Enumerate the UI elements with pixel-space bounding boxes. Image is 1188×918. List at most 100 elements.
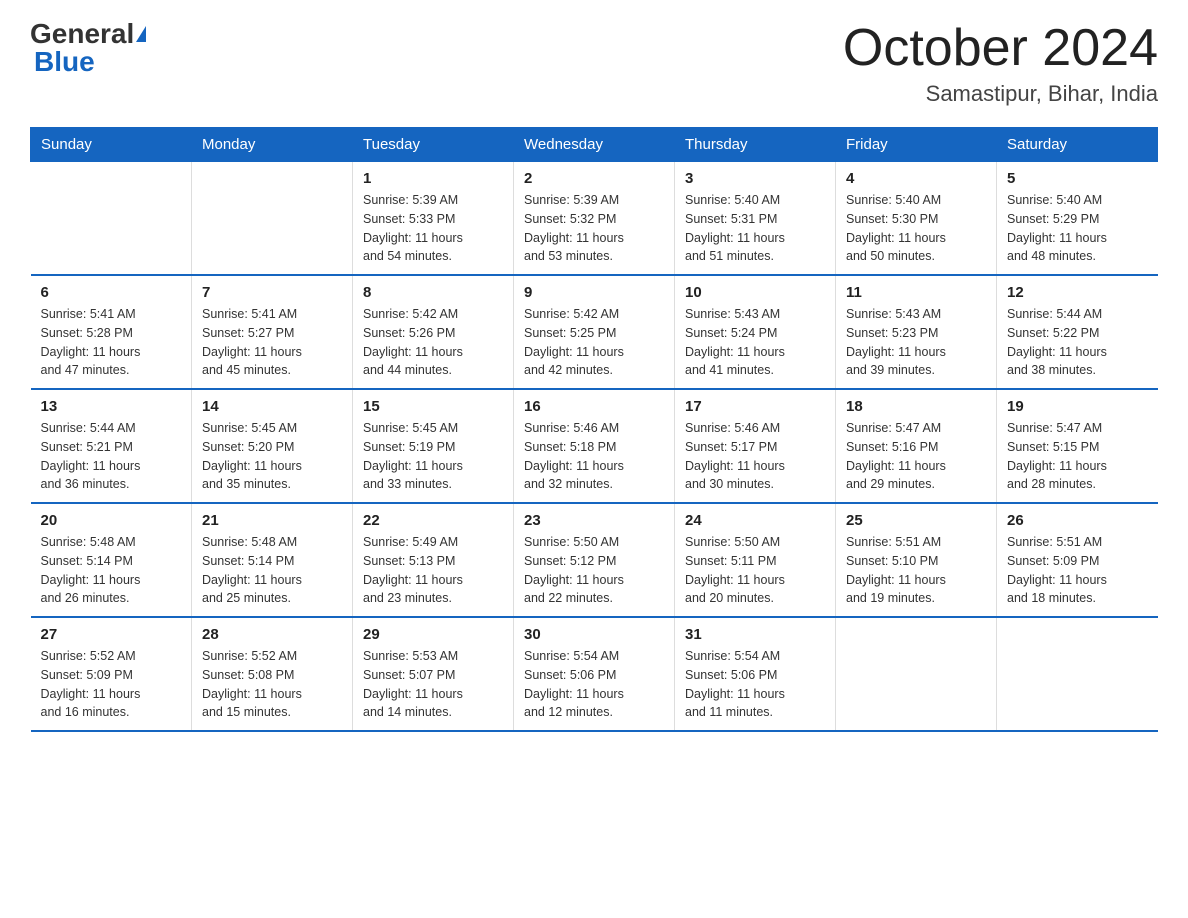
day-number: 29 bbox=[363, 626, 503, 643]
day-cell bbox=[836, 617, 997, 731]
header-saturday: Saturday bbox=[997, 128, 1158, 162]
day-cell: 4 Sunrise: 5:40 AM Sunset: 5:30 PM Daylig… bbox=[836, 162, 997, 276]
day-cell: 22Sunrise: 5:49 AM Sunset: 5:13 PM Dayli… bbox=[353, 503, 514, 617]
logo-blue-text: Blue bbox=[34, 46, 95, 77]
day-cell bbox=[192, 162, 353, 276]
day-cell: 28Sunrise: 5:52 AM Sunset: 5:08 PM Dayli… bbox=[192, 617, 353, 731]
day-info: Sunrise: 5:43 AM Sunset: 5:24 PM Dayligh… bbox=[685, 305, 825, 380]
day-cell: 21 Sunrise: 5:48 AM Sunset: 5:14 PM Dayli… bbox=[192, 503, 353, 617]
day-cell: 29 Sunrise: 5:53 AM Sunset: 5:07 PM Dayli… bbox=[353, 617, 514, 731]
day-cell: 19 Sunrise: 5:47 AM Sunset: 5:15 PM Dayli… bbox=[997, 389, 1158, 503]
day-cell: 6 Sunrise: 5:41 AM Sunset: 5:28 PM Daylig… bbox=[31, 275, 192, 389]
day-cell: 18 Sunrise: 5:47 AM Sunset: 5:16 PM Dayli… bbox=[836, 389, 997, 503]
day-number: 23 bbox=[524, 512, 664, 529]
day-info: Sunrise: 5:50 AM Sunset: 5:11 PM Dayligh… bbox=[685, 533, 825, 608]
day-cell: 5 Sunrise: 5:40 AM Sunset: 5:29 PM Daylig… bbox=[997, 162, 1158, 276]
calendar-table: SundayMondayTuesdayWednesdayThursdayFrid… bbox=[30, 127, 1158, 732]
location-title: Samastipur, Bihar, India bbox=[843, 81, 1158, 107]
day-info: Sunrise: 5:54 AM Sunset: 5:06 PM Dayligh… bbox=[524, 647, 664, 722]
day-info: Sunrise: 5:44 AM Sunset: 5:22 PM Dayligh… bbox=[1007, 305, 1148, 380]
day-cell: 26Sunrise: 5:51 AM Sunset: 5:09 PM Dayli… bbox=[997, 503, 1158, 617]
day-number: 5 bbox=[1007, 170, 1148, 187]
day-number: 3 bbox=[685, 170, 825, 187]
day-cell: 25Sunrise: 5:51 AM Sunset: 5:10 PM Dayli… bbox=[836, 503, 997, 617]
day-info: Sunrise: 5:42 AM Sunset: 5:26 PM Dayligh… bbox=[363, 305, 503, 380]
day-info: Sunrise: 5:47 AM Sunset: 5:15 PM Dayligh… bbox=[1007, 419, 1148, 494]
day-cell: 13 Sunrise: 5:44 AM Sunset: 5:21 PM Dayli… bbox=[31, 389, 192, 503]
day-cell: 11 Sunrise: 5:43 AM Sunset: 5:23 PM Dayli… bbox=[836, 275, 997, 389]
day-number: 22 bbox=[363, 512, 503, 529]
day-number: 7 bbox=[202, 284, 342, 301]
header-friday: Friday bbox=[836, 128, 997, 162]
header-thursday: Thursday bbox=[675, 128, 836, 162]
day-number: 19 bbox=[1007, 398, 1148, 415]
day-info: Sunrise: 5:40 AM Sunset: 5:29 PM Dayligh… bbox=[1007, 191, 1148, 266]
day-number: 13 bbox=[41, 398, 182, 415]
day-number: 31 bbox=[685, 626, 825, 643]
day-cell: 1 Sunrise: 5:39 AM Sunset: 5:33 PM Daylig… bbox=[353, 162, 514, 276]
logo-general-text: General bbox=[30, 20, 134, 48]
day-info: Sunrise: 5:53 AM Sunset: 5:07 PM Dayligh… bbox=[363, 647, 503, 722]
day-number: 1 bbox=[363, 170, 503, 187]
day-info: Sunrise: 5:54 AM Sunset: 5:06 PM Dayligh… bbox=[685, 647, 825, 722]
day-info: Sunrise: 5:39 AM Sunset: 5:33 PM Dayligh… bbox=[363, 191, 503, 266]
day-info: Sunrise: 5:40 AM Sunset: 5:31 PM Dayligh… bbox=[685, 191, 825, 266]
day-number: 8 bbox=[363, 284, 503, 301]
day-number: 9 bbox=[524, 284, 664, 301]
day-number: 15 bbox=[363, 398, 503, 415]
day-number: 21 bbox=[202, 512, 342, 529]
day-info: Sunrise: 5:51 AM Sunset: 5:09 PM Dayligh… bbox=[1007, 533, 1148, 608]
day-cell: 12 Sunrise: 5:44 AM Sunset: 5:22 PM Dayli… bbox=[997, 275, 1158, 389]
day-number: 14 bbox=[202, 398, 342, 415]
day-cell: 10 Sunrise: 5:43 AM Sunset: 5:24 PM Dayli… bbox=[675, 275, 836, 389]
day-info: Sunrise: 5:51 AM Sunset: 5:10 PM Dayligh… bbox=[846, 533, 986, 608]
header-monday: Monday bbox=[192, 128, 353, 162]
day-number: 4 bbox=[846, 170, 986, 187]
day-number: 27 bbox=[41, 626, 182, 643]
day-cell: 31 Sunrise: 5:54 AM Sunset: 5:06 PM Dayli… bbox=[675, 617, 836, 731]
day-number: 10 bbox=[685, 284, 825, 301]
day-cell: 7 Sunrise: 5:41 AM Sunset: 5:27 PM Daylig… bbox=[192, 275, 353, 389]
month-title: October 2024 bbox=[843, 20, 1158, 77]
day-info: Sunrise: 5:50 AM Sunset: 5:12 PM Dayligh… bbox=[524, 533, 664, 608]
day-info: Sunrise: 5:47 AM Sunset: 5:16 PM Dayligh… bbox=[846, 419, 986, 494]
day-number: 16 bbox=[524, 398, 664, 415]
day-cell: 20 Sunrise: 5:48 AM Sunset: 5:14 PM Dayli… bbox=[31, 503, 192, 617]
calendar-header-row: SundayMondayTuesdayWednesdayThursdayFrid… bbox=[31, 128, 1158, 162]
day-info: Sunrise: 5:43 AM Sunset: 5:23 PM Dayligh… bbox=[846, 305, 986, 380]
day-number: 18 bbox=[846, 398, 986, 415]
day-number: 11 bbox=[846, 284, 986, 301]
day-cell: 2Sunrise: 5:39 AM Sunset: 5:32 PM Daylig… bbox=[514, 162, 675, 276]
week-row-1: 6 Sunrise: 5:41 AM Sunset: 5:28 PM Daylig… bbox=[31, 275, 1158, 389]
week-row-0: 1 Sunrise: 5:39 AM Sunset: 5:33 PM Daylig… bbox=[31, 162, 1158, 276]
day-info: Sunrise: 5:41 AM Sunset: 5:27 PM Dayligh… bbox=[202, 305, 342, 380]
day-info: Sunrise: 5:52 AM Sunset: 5:08 PM Dayligh… bbox=[202, 647, 342, 722]
logo-general-row: General bbox=[30, 20, 146, 48]
day-info: Sunrise: 5:40 AM Sunset: 5:30 PM Dayligh… bbox=[846, 191, 986, 266]
day-cell: 15Sunrise: 5:45 AM Sunset: 5:19 PM Dayli… bbox=[353, 389, 514, 503]
day-info: Sunrise: 5:46 AM Sunset: 5:18 PM Dayligh… bbox=[524, 419, 664, 494]
header-tuesday: Tuesday bbox=[353, 128, 514, 162]
day-number: 20 bbox=[41, 512, 182, 529]
day-cell: 27 Sunrise: 5:52 AM Sunset: 5:09 PM Dayli… bbox=[31, 617, 192, 731]
day-info: Sunrise: 5:39 AM Sunset: 5:32 PM Dayligh… bbox=[524, 191, 664, 266]
day-number: 17 bbox=[685, 398, 825, 415]
day-info: Sunrise: 5:46 AM Sunset: 5:17 PM Dayligh… bbox=[685, 419, 825, 494]
day-cell: 24Sunrise: 5:50 AM Sunset: 5:11 PM Dayli… bbox=[675, 503, 836, 617]
day-info: Sunrise: 5:48 AM Sunset: 5:14 PM Dayligh… bbox=[202, 533, 342, 608]
logo-blue-row: Blue bbox=[30, 48, 95, 76]
day-cell: 17 Sunrise: 5:46 AM Sunset: 5:17 PM Dayli… bbox=[675, 389, 836, 503]
day-info: Sunrise: 5:41 AM Sunset: 5:28 PM Dayligh… bbox=[41, 305, 182, 380]
day-cell bbox=[31, 162, 192, 276]
day-info: Sunrise: 5:44 AM Sunset: 5:21 PM Dayligh… bbox=[41, 419, 182, 494]
day-info: Sunrise: 5:48 AM Sunset: 5:14 PM Dayligh… bbox=[41, 533, 182, 608]
day-info: Sunrise: 5:52 AM Sunset: 5:09 PM Dayligh… bbox=[41, 647, 182, 722]
day-cell: 3 Sunrise: 5:40 AM Sunset: 5:31 PM Daylig… bbox=[675, 162, 836, 276]
week-row-4: 27 Sunrise: 5:52 AM Sunset: 5:09 PM Dayli… bbox=[31, 617, 1158, 731]
day-cell: 14Sunrise: 5:45 AM Sunset: 5:20 PM Dayli… bbox=[192, 389, 353, 503]
day-number: 30 bbox=[524, 626, 664, 643]
day-number: 12 bbox=[1007, 284, 1148, 301]
day-cell: 9Sunrise: 5:42 AM Sunset: 5:25 PM Daylig… bbox=[514, 275, 675, 389]
day-number: 6 bbox=[41, 284, 182, 301]
day-cell: 8 Sunrise: 5:42 AM Sunset: 5:26 PM Daylig… bbox=[353, 275, 514, 389]
